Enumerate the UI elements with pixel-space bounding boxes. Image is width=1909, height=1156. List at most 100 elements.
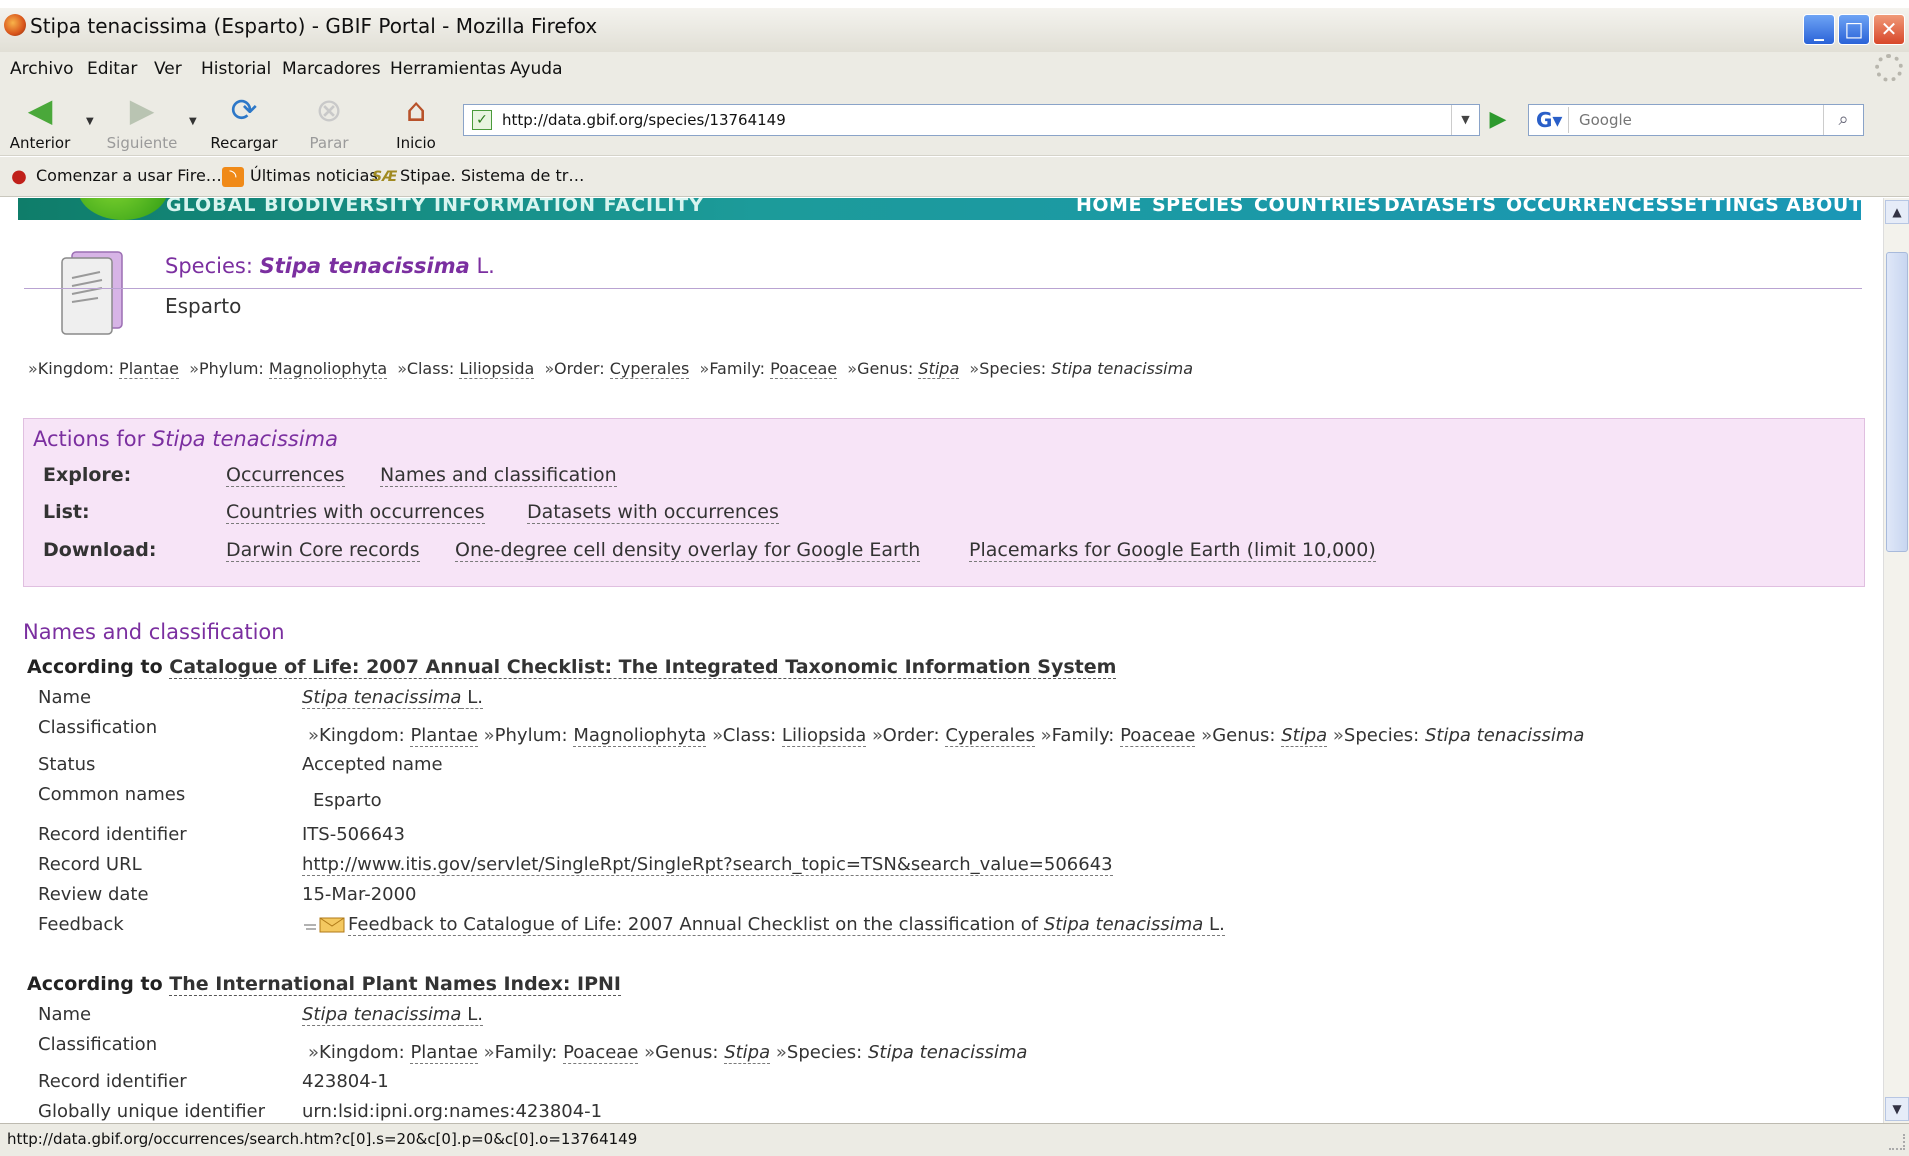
url-text[interactable]: http://data.gbif.org/species/13764149	[502, 111, 786, 129]
ipni-name[interactable]: Stipa tenacissima L.	[302, 1004, 483, 1026]
menu-marcadores[interactable]: Marcadores	[282, 59, 381, 79]
col-record-url-link[interactable]: http://www.itis.gov/servlet/SingleRpt/Si…	[302, 854, 1113, 876]
names-section-title: Names and classification	[23, 620, 285, 644]
forward-history-dropdown[interactable]: ▼	[189, 116, 197, 127]
home-button[interactable]: ⌂ Inicio	[378, 92, 454, 152]
countries-link[interactable]: Countries with occurrences	[226, 501, 485, 524]
density-overlay-link[interactable]: One-degree cell density overlay for Goog…	[455, 539, 921, 562]
col-source-link[interactable]: Catalogue of Life: 2007 Annual Checklist…	[169, 656, 1117, 679]
menu-herramientas[interactable]: Herramientas	[390, 59, 506, 79]
rss-feed-icon: ◝	[222, 166, 244, 187]
banner-title: GLOBAL BIODIVERSITY INFORMATION FACILITY	[166, 198, 705, 216]
occurrences-link[interactable]: Occurrences	[226, 464, 345, 487]
bookmark-latest-news[interactable]: ◝ Últimas noticias	[222, 166, 378, 187]
ipni-link-family[interactable]: Poaceae	[563, 1042, 639, 1064]
bookmark-stipae[interactable]: SÆ Stipae. Sistema de tr…	[372, 166, 584, 187]
col-classification: »Kingdom: Plantae »Phylum: Magnoliophyta…	[308, 725, 1585, 747]
magnifier-icon[interactable]: ⌕	[1823, 105, 1863, 135]
scroll-thumb[interactable]	[1886, 252, 1908, 552]
menu-archivo[interactable]: Archivo	[10, 59, 74, 79]
menu-historial[interactable]: Historial	[201, 59, 271, 79]
maximize-button[interactable]: □	[1838, 14, 1870, 45]
reload-icon: ⟳	[230, 91, 258, 129]
minimize-button[interactable]: _	[1803, 14, 1835, 45]
placemarks-link[interactable]: Placemarks for Google Earth (limit 10,00…	[969, 539, 1376, 562]
firefox-icon	[4, 14, 26, 36]
actions-panel: Actions for Stipa tenacissima Explore: O…	[23, 418, 1865, 587]
header-divider	[24, 288, 1862, 289]
go-button[interactable]: ▶	[1484, 106, 1512, 134]
list-label: List:	[43, 501, 90, 523]
scroll-down-button[interactable]: ▼	[1885, 1097, 1909, 1121]
forward-button[interactable]: ▶ Siguiente	[104, 92, 180, 152]
col-record-id: ITS-506643	[302, 824, 405, 845]
url-bar[interactable]: ✓ http://data.gbif.org/species/13764149 …	[463, 104, 1480, 136]
label-guid: Globally unique identifier	[38, 1101, 266, 1122]
home-icon: ⌂	[405, 91, 427, 129]
menu-editar[interactable]: Editar	[87, 59, 137, 79]
scroll-up-button[interactable]: ▲	[1885, 200, 1909, 224]
back-history-dropdown[interactable]: ▼	[86, 116, 94, 127]
window-title: Stipa tenacissima (Esparto) - GBIF Porta…	[30, 14, 598, 38]
stop-icon: ⊗	[315, 91, 343, 129]
link-family[interactable]: Poaceae	[770, 359, 838, 379]
navigation-toolbar: ◀ Anterior ▼ ▶ Siguiente ▼ ⟳ Recargar ⊗ …	[0, 86, 1909, 156]
link-phylum[interactable]: Magnoliophyta	[268, 359, 388, 379]
back-arrow-icon: ◀	[27, 91, 53, 129]
stipae-icon: SÆ	[372, 168, 398, 185]
nav-species[interactable]: SPECIES	[1152, 198, 1244, 216]
label-record-url: Record URL	[38, 854, 142, 875]
reload-button[interactable]: ⟳ Recargar	[206, 92, 282, 152]
label-common-names: Common names	[38, 784, 186, 805]
back-button[interactable]: ◀ Anterior	[2, 92, 78, 152]
url-history-dropdown[interactable]: ▼	[1451, 105, 1479, 135]
vertical-scrollbar[interactable]: ▲ ▼	[1883, 198, 1909, 1123]
bookmark-getting-started[interactable]: ● Comenzar a usar Fire…	[8, 166, 222, 187]
link-kingdom[interactable]: Plantae	[119, 359, 180, 379]
link-order[interactable]: Cyperales	[609, 359, 690, 379]
nav-datasets[interactable]: DATASETS	[1384, 198, 1497, 216]
taxonomy-breadcrumb: »Kingdom: Plantae »Phylum: Magnoliophyta…	[28, 359, 1194, 379]
gbif-banner: GLOBAL BIODIVERSITY INFORMATION FACILITY…	[18, 198, 1861, 220]
close-button[interactable]: ✕	[1873, 14, 1905, 45]
link-class[interactable]: Liliopsida	[459, 359, 535, 379]
label-review-date: Review date	[38, 884, 149, 905]
datasets-link[interactable]: Datasets with occurrences	[527, 501, 779, 524]
col-link-class[interactable]: Liliopsida	[781, 725, 867, 747]
nav-settings[interactable]: SETTINGS	[1670, 198, 1779, 216]
label-name-ipni: Name	[38, 1004, 92, 1025]
stop-button[interactable]: ⊗ Parar	[291, 92, 367, 152]
nav-about[interactable]: ABOUT	[1786, 198, 1861, 216]
col-review-date: 15-Mar-2000	[302, 884, 417, 905]
link-genus[interactable]: Stipa	[918, 359, 960, 379]
status-bar: http://data.gbif.org/occurrences/search.…	[0, 1123, 1909, 1156]
actions-title: Actions for Stipa tenacissima	[33, 427, 338, 451]
col-link-kingdom[interactable]: Plantae	[410, 725, 478, 747]
menu-ver[interactable]: Ver	[154, 59, 182, 79]
col-name[interactable]: Stipa tenacissima L.	[302, 687, 483, 709]
menu-ayuda[interactable]: Ayuda	[510, 59, 563, 79]
forward-arrow-icon: ▶	[129, 91, 155, 129]
firefox-bookmark-icon: ●	[11, 165, 27, 187]
col-link-family[interactable]: Poaceae	[1120, 725, 1196, 747]
label-name: Name	[38, 687, 92, 708]
resize-grip[interactable]	[1889, 1134, 1905, 1150]
col-link-phylum[interactable]: Magnoliophyta	[573, 725, 707, 747]
label-classification: Classification	[38, 717, 158, 738]
ipni-link-kingdom[interactable]: Plantae	[410, 1042, 478, 1064]
names-classification-link[interactable]: Names and classification	[380, 464, 617, 487]
nav-home[interactable]: HOME	[1076, 198, 1142, 216]
ipni-source-link[interactable]: The International Plant Names Index: IPN…	[169, 973, 622, 996]
nav-countries[interactable]: COUNTRIES	[1254, 198, 1381, 216]
col-link-genus[interactable]: Stipa	[1281, 725, 1328, 747]
darwin-core-link[interactable]: Darwin Core records	[226, 539, 420, 562]
throbber-icon	[1875, 54, 1903, 82]
explore-label: Explore:	[43, 464, 132, 486]
according-to-col: According to Catalogue of Life: 2007 Ann…	[27, 656, 1117, 679]
ipni-link-genus[interactable]: Stipa	[724, 1042, 771, 1064]
nav-occurrences[interactable]: OCCURRENCES	[1506, 198, 1670, 216]
col-feedback-link[interactable]: Feedback to Catalogue of Life: 2007 Annu…	[302, 914, 1225, 936]
search-input[interactable]	[1577, 109, 1807, 131]
col-link-order[interactable]: Cyperales	[945, 725, 1035, 747]
search-engine-selector[interactable]: G▾	[1531, 107, 1569, 133]
